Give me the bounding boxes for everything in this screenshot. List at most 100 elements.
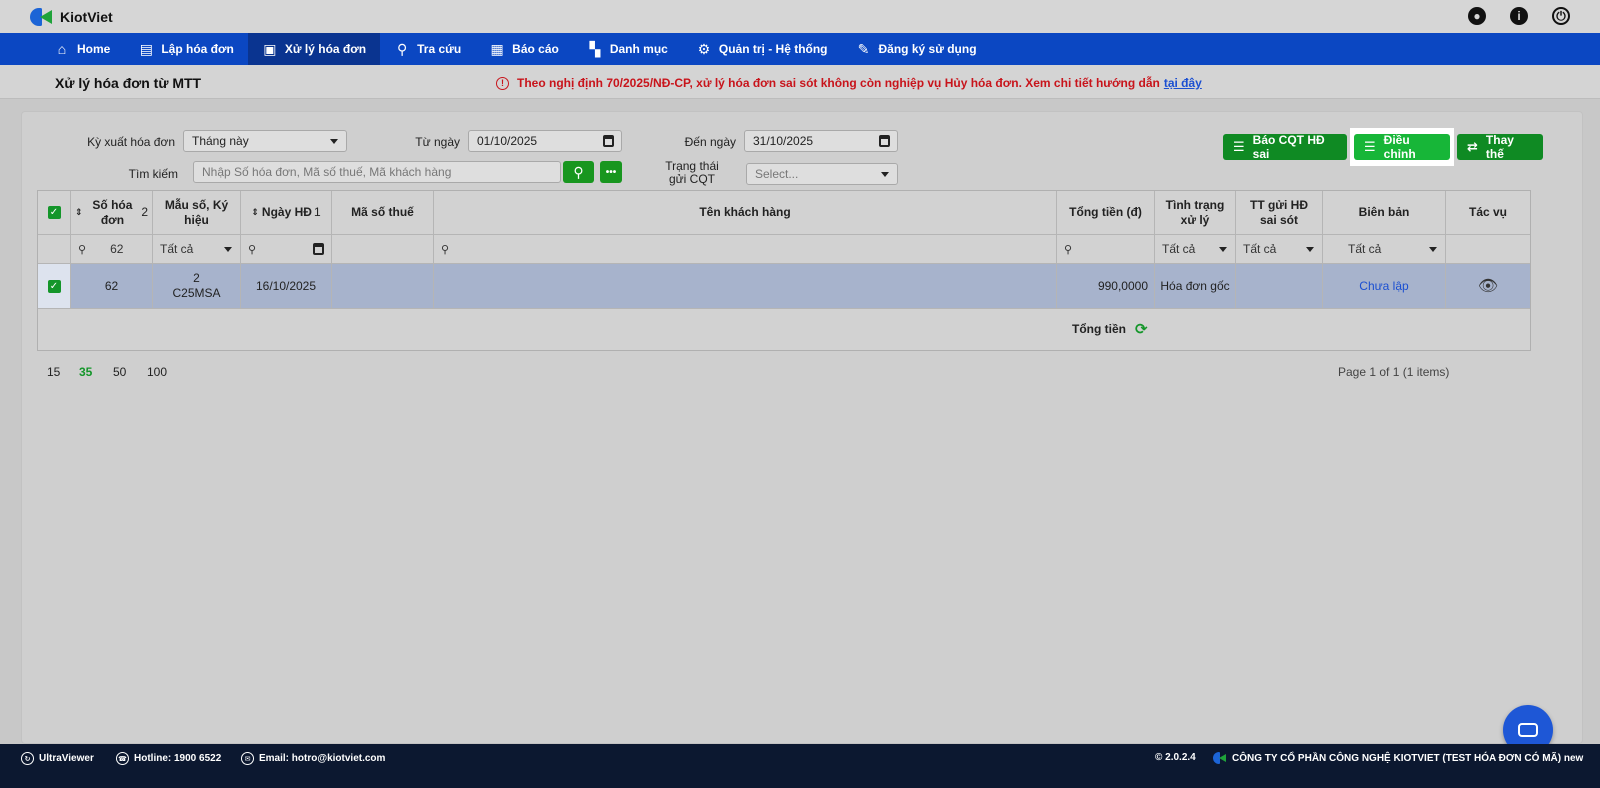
user-circle-icon[interactable]: ● <box>1468 7 1486 25</box>
period-select[interactable]: Tháng này <box>183 130 347 152</box>
power-icon[interactable]: ⏻ <box>1552 7 1570 25</box>
filter-empty <box>1446 235 1530 263</box>
refresh-icon[interactable]: ⟳ <box>1135 320 1148 338</box>
col-tax-code[interactable]: Mã số thuế <box>332 191 434 234</box>
col-customer-name[interactable]: Tên khách hàng <box>434 191 1057 234</box>
invoice-create-icon: ▤ <box>139 40 153 57</box>
filter-template[interactable]: Tất cả <box>153 235 241 263</box>
adjust-button[interactable]: ☰ Điều chỉnh <box>1354 133 1450 161</box>
footer-version: © 2.0.2.4 <box>1155 752 1196 763</box>
app-name: KiotViet <box>60 8 113 25</box>
filter-minutes[interactable]: Tất cả <box>1323 235 1446 263</box>
footer-ultraviewer[interactable]: ↻ UltraViewer <box>21 752 94 765</box>
nav-report[interactable]: ▦ Báo cáo <box>475 33 573 65</box>
notice-link[interactable]: tại đây <box>1164 76 1202 90</box>
nav-lookup[interactable]: ⚲ Tra cứu <box>380 33 475 65</box>
cell-tax-code <box>332 264 434 308</box>
page-size-15[interactable]: 15 <box>47 365 60 379</box>
invoice-table: ✓ ⇕ Số hóa đơn 2 Mẫu số, Ký hiệu ⇕ Ngày HĐ 1… <box>37 190 1531 351</box>
page-size-50[interactable]: 50 <box>113 365 126 379</box>
nav-catalog[interactable]: ▚ Danh mục <box>573 33 682 65</box>
warning-icon: ! <box>496 76 509 90</box>
eye-icon[interactable]: 👁 <box>1478 276 1498 296</box>
page-size-35[interactable]: 35 <box>79 365 92 379</box>
page-header: Xử lý hóa đơn từ MTT ! Theo nghị định 70… <box>0 65 1600 99</box>
from-date-field[interactable]: 01/10/2025 <box>468 130 622 152</box>
nav-register[interactable]: ✎ Đăng ký sử dụng <box>842 33 991 65</box>
phone-icon: ☎ <box>116 752 129 765</box>
to-date-field[interactable]: 31/10/2025 <box>744 130 898 152</box>
search-input[interactable]: Nhập Số hóa đơn, Mã số thuế, Mã khách hà… <box>193 161 561 183</box>
nav-label: Danh mục <box>609 42 668 56</box>
pagination-info: Page 1 of 1 (1 items) <box>1338 365 1450 379</box>
from-date-label: Từ ngày <box>415 135 460 149</box>
table-row[interactable]: ✓ 62 2 C25MSA 16/10/2025 990,0000 Hóa đơn… <box>38 264 1530 309</box>
nav-invoice-create[interactable]: ▤ Lập hóa đơn <box>124 33 248 65</box>
nav-admin[interactable]: ⚙ Quản trị - Hệ thống <box>682 33 842 65</box>
cell-minutes-link[interactable]: Chưa lập <box>1323 264 1446 308</box>
footer-text: Email: hotro@kiotviet.com <box>259 753 386 764</box>
filter-tax-code[interactable] <box>332 235 434 263</box>
checkbox-checked-icon: ✓ <box>47 206 61 219</box>
col-send-status[interactable]: TT gửi HĐ sai sót <box>1236 191 1323 234</box>
footer-text: CÔNG TY CỔ PHẦN CÔNG NGHỆ KIOTVIET (TEST… <box>1232 752 1584 764</box>
ultraviewer-icon: ↻ <box>21 752 34 765</box>
button-label: Báo CQT HĐ sai <box>1252 133 1325 161</box>
more-options-button[interactable]: ••• <box>600 161 622 183</box>
col-invoice-date[interactable]: ⇕ Ngày HĐ 1 <box>241 191 332 234</box>
filter-status[interactable]: Tất cả <box>1155 235 1236 263</box>
report-icon: ▦ <box>490 40 504 57</box>
footer-text: UltraViewer <box>39 753 94 764</box>
nav-label: Quản trị - Hệ thống <box>718 42 828 56</box>
col-label: Ngày HĐ <box>261 205 312 219</box>
footer-text: Hotline: 1900 6522 <box>134 753 222 764</box>
logo-icon <box>1213 752 1227 764</box>
col-total[interactable]: Tổng tiền (đ) <box>1057 191 1155 234</box>
calendar-icon[interactable] <box>603 135 614 147</box>
col-status[interactable]: Tình trạng xử lý <box>1155 191 1236 234</box>
nav-label: Lập hóa đơn <box>161 42 234 56</box>
sliders-icon: ☰ <box>1233 139 1245 154</box>
to-date-label: Đến ngày <box>684 135 736 149</box>
invoice-process-icon: ▣ <box>263 40 277 57</box>
cell-customer-name <box>434 264 1057 308</box>
nav-home[interactable]: ⌂ Home <box>40 33 124 65</box>
select-all-checkbox[interactable]: ✓ <box>38 191 71 234</box>
nav-label: Đăng ký sử dụng <box>878 42 977 56</box>
filter-value: Tất cả <box>1348 242 1382 256</box>
replace-button[interactable]: ⇄ Thay thế <box>1457 133 1543 161</box>
search-label: Tìm kiếm <box>128 167 178 181</box>
table-total-row: Tổng tiền ⟳ <box>38 309 1530 350</box>
filter-invoice-number[interactable]: ⚲ 62 <box>71 235 153 263</box>
status-select[interactable]: Select... <box>746 163 898 185</box>
nav-label: Xử lý hóa đơn <box>284 42 367 56</box>
calendar-icon[interactable] <box>879 135 890 147</box>
calendar-icon[interactable] <box>313 243 324 255</box>
cell-actions: 👁 <box>1446 264 1530 308</box>
filter-date[interactable]: ⚲ <box>241 235 332 263</box>
footer-email[interactable]: ✉ Email: hotro@kiotviet.com <box>241 752 385 765</box>
col-actions: Tác vụ <box>1446 191 1530 234</box>
col-template-symbol[interactable]: Mẫu số, Ký hiệu <box>153 191 241 234</box>
col-label: Tên khách hàng <box>699 205 791 219</box>
app-logo[interactable]: KiotViet <box>28 6 113 28</box>
filter-send-status[interactable]: Tất cả <box>1236 235 1323 263</box>
filter-customer-name[interactable]: ⚲ <box>434 235 1057 263</box>
footer-hotline[interactable]: ☎ Hotline: 1900 6522 <box>116 752 221 765</box>
report-wrong-invoice-button[interactable]: ☰ Báo CQT HĐ sai <box>1223 133 1347 161</box>
chevron-down-icon <box>1429 247 1437 252</box>
info-icon[interactable]: i <box>1510 7 1528 25</box>
page-size-100[interactable]: 100 <box>147 365 167 379</box>
cell-status: Hóa đơn gốc <box>1155 264 1236 308</box>
search-button[interactable]: ⚲ <box>563 161 594 183</box>
col-invoice-number[interactable]: ⇕ Số hóa đơn 2 <box>71 191 153 234</box>
footer: ↻ UltraViewer ☎ Hotline: 1900 6522 ✉ Email:… <box>0 744 1600 788</box>
logo-icon <box>28 6 54 28</box>
filter-value: Tất cả <box>1243 242 1277 256</box>
col-minutes[interactable]: Biên bản <box>1323 191 1446 234</box>
row-checkbox[interactable]: ✓ <box>38 264 71 308</box>
nav-invoice-process[interactable]: ▣ Xử lý hóa đơn <box>247 33 381 65</box>
status-label: Trạng thái gửi CQT <box>650 160 734 186</box>
filter-total[interactable]: ⚲ <box>1057 235 1155 263</box>
replace-icon: ⇄ <box>1467 139 1478 154</box>
